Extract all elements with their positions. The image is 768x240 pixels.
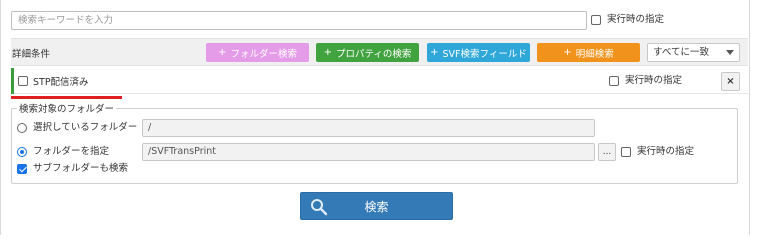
- add-folder-search-button[interactable]: + フォルダー検索: [206, 43, 309, 62]
- highlight-underline: [11, 96, 122, 99]
- runtime-checkbox-folder[interactable]: [621, 147, 631, 157]
- chevron-down-icon: [726, 50, 734, 55]
- add-property-search-button[interactable]: + プロパティの検索: [316, 43, 419, 62]
- keyword-search-input[interactable]: [11, 11, 587, 30]
- runtime-label-keyword: 実行時の指定: [607, 14, 665, 25]
- condition-checkbox[interactable]: [18, 76, 28, 86]
- target-folder-legend: 検索対象のフォルダー: [17, 101, 117, 115]
- magnifier-icon: [311, 199, 328, 216]
- selected-folder-radio[interactable]: [17, 123, 27, 133]
- search-button-label: 検索: [364, 199, 389, 214]
- add-svf-field-label: SVF検索フィールド: [442, 48, 527, 60]
- plus-icon: +: [218, 47, 227, 58]
- add-svf-field-button[interactable]: + SVF検索フィールド: [427, 43, 530, 62]
- search-button[interactable]: 検索: [300, 192, 453, 220]
- plus-icon: +: [430, 47, 439, 58]
- add-property-search-label: プロパティの検索: [335, 48, 412, 60]
- browse-label: ...: [602, 147, 612, 157]
- add-folder-search-label: フォルダー検索: [230, 48, 297, 60]
- runtime-label-condition: 実行時の指定: [625, 75, 683, 86]
- remove-condition-button[interactable]: ×: [721, 72, 740, 91]
- conditions-title: 詳細条件: [12, 49, 51, 60]
- selected-folder-path: /: [142, 119, 595, 137]
- match-mode-value: すべてに一致: [653, 47, 709, 58]
- condition-label: STP配信済み: [33, 77, 89, 88]
- runtime-checkbox-condition[interactable]: [609, 76, 619, 86]
- runtime-label-folder: 実行時の指定: [637, 146, 695, 157]
- scrollbar[interactable]: [751, 0, 768, 235]
- close-icon: ×: [726, 76, 735, 87]
- add-detail-search-label: 明細検索: [575, 48, 614, 60]
- subfolders-label: サブフォルダーも検索: [33, 163, 129, 174]
- selected-folder-label: 選択しているフォルダー: [33, 122, 138, 133]
- specify-folder-label: フォルダーを指定: [33, 146, 110, 157]
- specify-folder-path[interactable]: /SVFTransPrint: [142, 143, 595, 161]
- specify-folder-radio[interactable]: [17, 147, 27, 157]
- condition-accent-bar: [11, 68, 14, 94]
- browse-folder-button[interactable]: ...: [598, 143, 616, 161]
- plus-icon: +: [563, 47, 572, 58]
- runtime-checkbox-keyword[interactable]: [591, 15, 601, 25]
- match-mode-select[interactable]: すべてに一致: [647, 43, 740, 62]
- subfolders-checkbox[interactable]: [17, 164, 27, 174]
- plus-icon: +: [323, 47, 332, 58]
- add-detail-search-button[interactable]: + 明細検索: [537, 43, 640, 62]
